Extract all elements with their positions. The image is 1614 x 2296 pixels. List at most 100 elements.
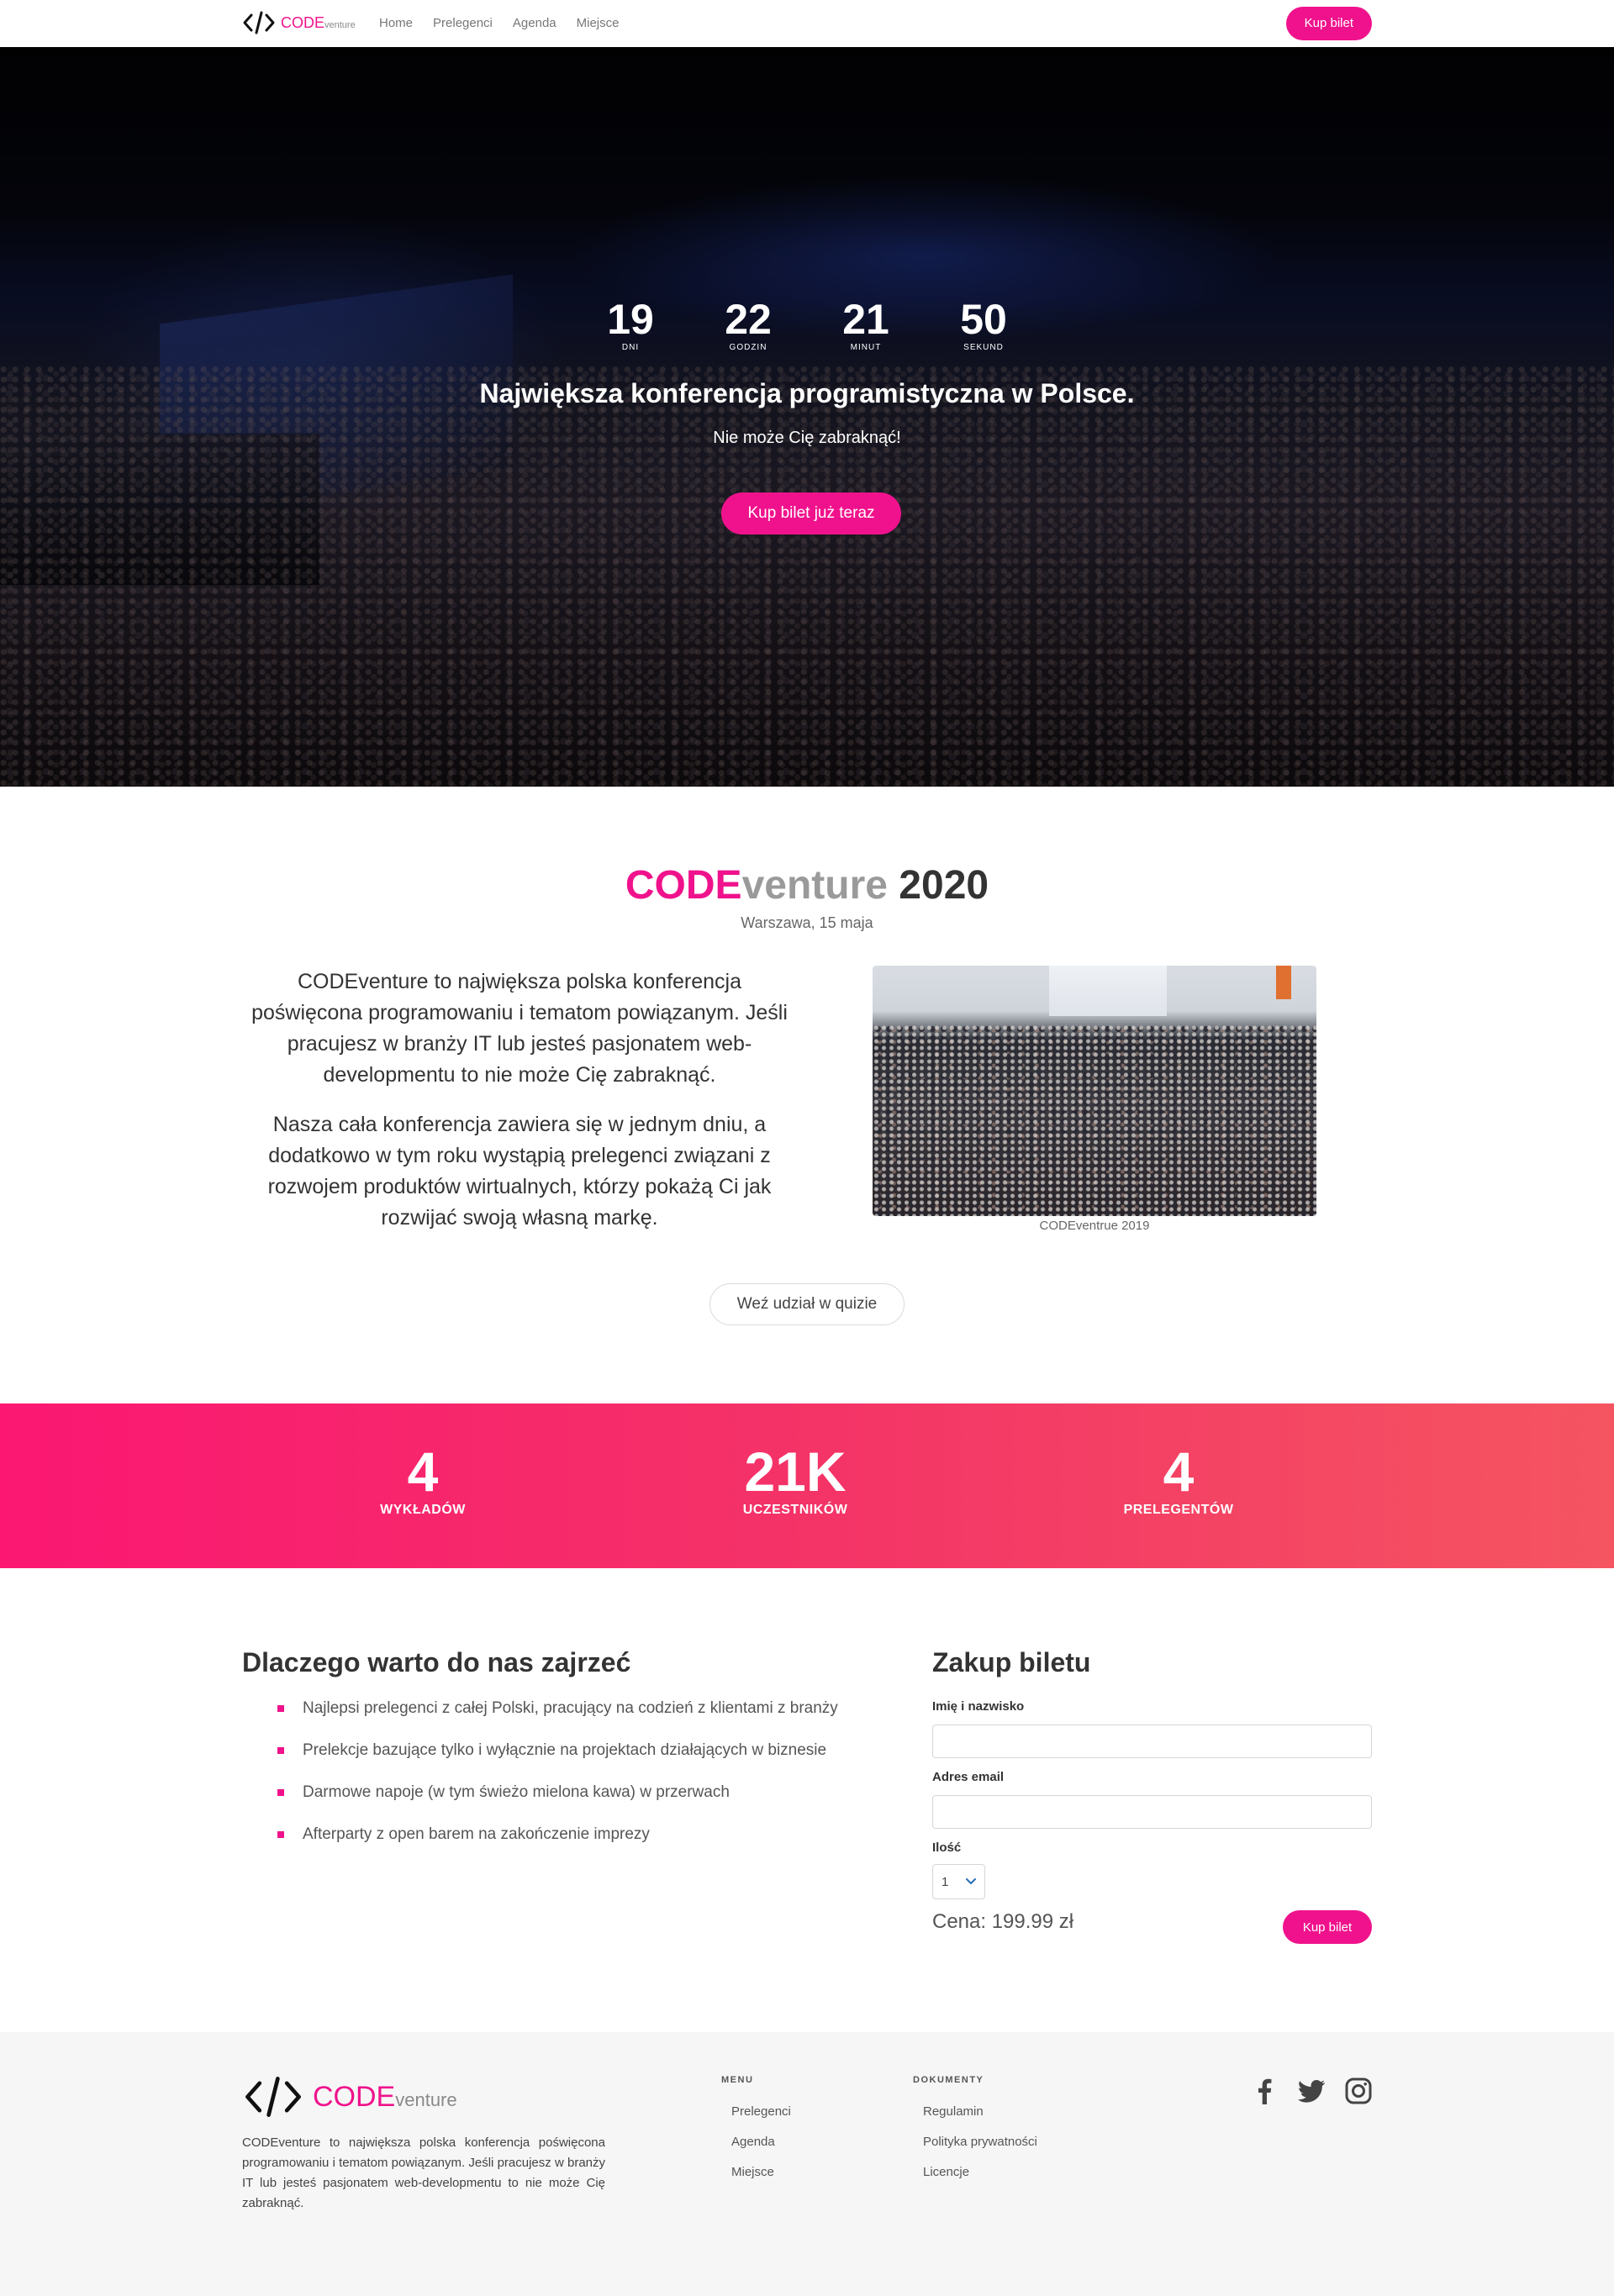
countdown-days-label: DNI [621,343,640,352]
countdown: 19 DNI 22 GODZIN 21 MINUT 50 SEKUND [0,296,1614,352]
footer-logo-code: CODE [313,2080,396,2113]
hero-subtitle: Nie może Cię zabraknąć! [713,429,901,447]
footer-link-privacy[interactable]: Polityka prywatności [923,2135,1037,2149]
footer-description: CODEventure to największa polska konfere… [242,2135,605,2210]
purchase-title: Zakup biletu [932,1647,1091,1677]
footer-link-regulamin[interactable]: Regulamin [923,2104,984,2119]
stat-participants-value: 21K [744,1440,847,1503]
list-item-text: Prelekcje bazujące tylko i wyłącznie na … [303,1741,827,1759]
quiz-button[interactable]: Weź udział w quizie [709,1283,905,1325]
main-nav: Home Prelegenci Agenda Miejsce [379,16,619,30]
quantity-select[interactable]: 1 [932,1864,985,1899]
nav-link-miejsce[interactable]: Miejsce [577,16,620,30]
bullet-square-icon [277,1831,284,1838]
footer: CODEventure CODEventure to największa po… [0,2032,1614,2296]
quantity-value: 1 [942,1874,949,1889]
buy-ticket-nav-button[interactable]: Kup bilet [1285,7,1372,40]
about-text: CODEventure to największa polska konfere… [242,966,797,1252]
stats-band: 4 WYKŁADÓW 21K UCZESTNIKÓW 4 PRELEGENTÓW [0,1403,1614,1568]
list-item-text: Najlepsi prelegenci z całej Polski, prac… [303,1699,838,1717]
list-item-text: Darmowe napoje (w tym świeżo mielona kaw… [303,1783,730,1801]
footer-menu-heading: MENU [721,2075,754,2085]
nav-link-prelegenci[interactable]: Prelegenci [433,16,493,30]
list-item-text: Afterparty z open barem na zakończenie i… [303,1825,650,1843]
twitter-icon [1298,2080,1325,2103]
list-item: Prelekcje bazujące tylko i wyłącznie na … [277,1740,899,1782]
countdown-seconds: 50 SEKUND [925,296,1042,352]
instagram-icon [1345,2077,1372,2104]
about-title-year: 2020 [887,863,989,908]
countdown-hours-label: GODZIN [729,343,767,352]
nav-link-home[interactable]: Home [379,16,413,30]
why-title: Dlaczego warto do nas zajrzeć [242,1647,631,1677]
stat-participants-label: UCZESTNIKÓW [742,1503,848,1517]
about-title: CODEventure 2020 [0,862,1614,908]
photo-caption: CODEventrue 2019 [1039,1219,1150,1233]
chevron-down-icon [966,1878,976,1884]
countdown-minutes-value: 21 [842,296,889,343]
code-brackets-icon [245,2077,301,2117]
bullet-square-icon [277,1705,284,1712]
hero-section: 19 DNI 22 GODZIN 21 MINUT 50 SEKUND Najw… [0,47,1614,787]
stat-speakers: 4 PRELEGENTÓW [1052,1442,1305,1518]
countdown-hours-value: 22 [725,296,772,343]
stat-participants: 21K UCZESTNIKÓW [669,1442,921,1518]
footer-link-licenses[interactable]: Licencje [923,2165,969,2179]
logo-venture-text: venture [324,19,356,30]
about-paragraph: Nasza cała konferencja zawiera się w jed… [267,1113,772,1230]
footer-link-prelegenci[interactable]: Prelegenci [731,2104,791,2119]
logo-code-text: CODE [281,13,325,31]
name-input[interactable] [932,1725,1372,1758]
countdown-minutes-label: MINUT [850,343,882,352]
list-item: Darmowe napoje (w tym świeżo mielona kaw… [277,1782,899,1824]
facebook-icon [1258,2078,1272,2104]
about-paragraph: CODEventure to największa polska konfere… [251,970,788,1087]
facebook-link[interactable] [1247,2074,1281,2108]
ticket-price: Cena: 199.99 zł [932,1910,1074,1933]
stat-speakers-value: 4 [1163,1440,1195,1503]
instagram-link[interactable] [1342,2074,1375,2108]
conference-photo [873,966,1316,1216]
name-label: Imię i nazwisko [932,1699,1025,1714]
footer-logo[interactable]: CODEventure [242,2074,457,2120]
list-item: Afterparty z open barem na zakończenie i… [277,1824,899,1866]
code-brackets-icon [243,11,275,34]
countdown-seconds-value: 50 [960,296,1007,343]
countdown-minutes: 21 MINUT [807,296,925,352]
countdown-days: 19 DNI [572,296,689,352]
footer-link-agenda[interactable]: Agenda [731,2135,775,2149]
countdown-seconds-label: SEKUND [963,343,1004,352]
hero-title: Największa konferencja programistyczna w… [479,378,1135,408]
stat-lectures: 4 WYKŁADÓW [297,1442,549,1518]
countdown-hours: 22 GODZIN [689,296,807,352]
event-date: Warszawa, 15 maja [741,914,873,931]
hero-overlay [0,47,1614,787]
twitter-link[interactable] [1295,2074,1328,2108]
buy-ticket-now-button[interactable]: Kup bilet już teraz [721,492,901,535]
about-title-code: CODE [625,863,742,908]
stat-lectures-value: 4 [407,1440,439,1503]
logo-text: CODEventure [281,14,356,32]
countdown-days-value: 19 [607,296,654,343]
list-item: Najlepsi prelegenci z całej Polski, prac… [277,1698,899,1740]
footer-logo-text: CODEventure [313,2081,457,2114]
about-title-venture: venture [741,863,888,908]
nav-link-agenda[interactable]: Agenda [513,16,556,30]
logo-link[interactable]: CODEventure [242,10,356,35]
stat-lectures-label: WYKŁADÓW [380,1503,466,1517]
buy-ticket-form-button[interactable]: Kup bilet [1283,1910,1372,1944]
photo-accent [1276,966,1291,999]
navbar: CODEventure Home Prelegenci Agenda Miejs… [0,0,1614,47]
email-input[interactable] [932,1795,1372,1829]
footer-logo-venture: venture [395,2088,457,2110]
email-label: Adres email [932,1770,1005,1784]
footer-link-miejsce[interactable]: Miejsce [731,2165,774,2179]
photo-crowd [873,1024,1316,1216]
quantity-label: Ilość [932,1840,962,1855]
photo-booth-area [1049,966,1167,1016]
bullet-square-icon [277,1747,284,1754]
footer-docs-heading: DOKUMENTY [913,2075,984,2085]
why-list: Najlepsi prelegenci z całej Polski, prac… [277,1698,899,1866]
stat-speakers-label: PRELEGENTÓW [1123,1503,1234,1517]
bullet-square-icon [277,1789,284,1796]
